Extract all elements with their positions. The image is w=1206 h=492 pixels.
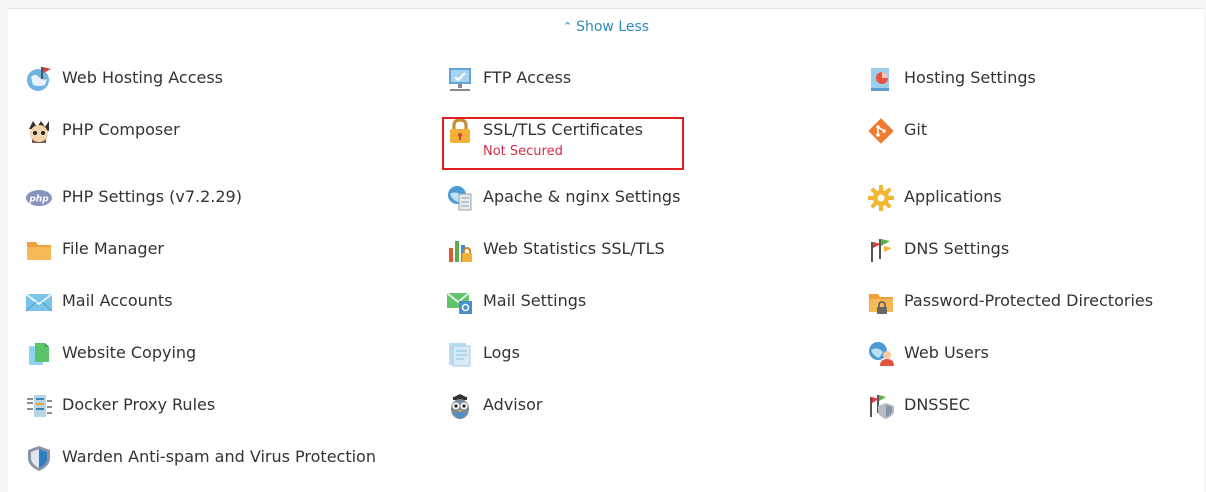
tool-label: FTP Access xyxy=(483,68,572,87)
dns-flags-icon xyxy=(866,235,896,265)
server-globe-icon xyxy=(445,183,475,213)
tool-advisor[interactable]: Advisor xyxy=(445,391,542,421)
php-icon: php xyxy=(24,183,54,213)
ssl-highlight-box xyxy=(442,117,684,170)
tool-label: Git xyxy=(904,120,928,139)
tool-mail-settings[interactable]: Mail Settings xyxy=(445,287,586,317)
tool-label: Web Hosting Access xyxy=(62,68,223,87)
tool-web-hosting-access[interactable]: Web Hosting Access xyxy=(24,64,223,94)
gear-icon xyxy=(866,183,896,213)
tool-git[interactable]: Git xyxy=(866,116,927,146)
web-user-icon xyxy=(866,339,896,369)
tool-warden-antispam[interactable]: Warden Anti-spam and Virus Protection xyxy=(24,443,376,473)
logs-icon xyxy=(445,339,475,369)
hosting-settings-icon xyxy=(866,64,896,94)
tool-website-copying[interactable]: Website Copying xyxy=(24,339,196,369)
tool-label: Warden Anti-spam and Virus Protection xyxy=(62,447,376,466)
tool-php-composer[interactable]: PHP Composer xyxy=(24,116,180,146)
composer-icon xyxy=(24,116,54,146)
folder-icon xyxy=(24,235,54,265)
tool-label: Logs xyxy=(483,343,520,362)
tool-label: Web Statistics SSL/TLS xyxy=(483,239,665,258)
tool-dnssec[interactable]: DNSSEC xyxy=(866,391,970,421)
tool-label: File Manager xyxy=(62,239,164,258)
tool-label: PHP Composer xyxy=(62,120,180,139)
tool-mail-accounts[interactable]: Mail Accounts xyxy=(24,287,173,317)
git-icon xyxy=(866,116,896,146)
tool-apache-nginx-settings[interactable]: Apache & nginx Settings xyxy=(445,183,680,213)
tool-label: Applications xyxy=(904,187,1002,206)
hosting-tools-panel: ⌃ Show Less Web Hosting Access PHP Compos… xyxy=(8,8,1204,492)
docker-rules-icon xyxy=(24,391,54,421)
owl-icon xyxy=(445,391,475,421)
tool-file-manager[interactable]: File Manager xyxy=(24,235,164,265)
tool-web-statistics-ssl[interactable]: Web Statistics SSL/TLS xyxy=(445,235,665,265)
show-less-label: Show Less xyxy=(576,19,650,35)
tool-label: Mail Accounts xyxy=(62,291,173,310)
tool-label: Advisor xyxy=(483,395,543,414)
tool-label: Password-Protected Directories xyxy=(904,291,1154,310)
dnssec-icon xyxy=(866,391,896,421)
svg-text:php: php xyxy=(28,195,49,205)
mail-settings-icon xyxy=(445,287,475,317)
tool-label: Web Users xyxy=(904,343,989,362)
tool-web-users[interactable]: Web Users xyxy=(866,339,989,369)
tool-label: Hosting Settings xyxy=(904,68,1036,87)
tool-label: Docker Proxy Rules xyxy=(62,395,216,414)
tool-label: Mail Settings xyxy=(483,291,587,310)
tool-hosting-settings[interactable]: Hosting Settings xyxy=(866,64,1036,94)
tool-label: DNSSEC xyxy=(904,395,970,414)
tool-dns-settings[interactable]: DNS Settings xyxy=(866,235,1009,265)
shield-icon xyxy=(24,443,54,473)
ftp-monitor-icon xyxy=(445,64,475,94)
envelope-icon xyxy=(24,287,54,317)
locked-folder-icon xyxy=(866,287,896,317)
stats-lock-icon xyxy=(445,235,475,265)
show-less-toggle[interactable]: ⌃ Show Less xyxy=(8,19,1204,35)
tool-label: DNS Settings xyxy=(904,239,1010,258)
tool-logs[interactable]: Logs xyxy=(445,339,520,369)
copy-pages-icon xyxy=(24,339,54,369)
tool-ftp-access[interactable]: FTP Access xyxy=(445,64,571,94)
tool-label: Website Copying xyxy=(62,343,197,362)
tool-label: PHP Settings (v7.2.29) xyxy=(62,187,242,206)
tool-password-protected-directories[interactable]: Password-Protected Directories xyxy=(866,287,1153,317)
tool-docker-proxy-rules[interactable]: Docker Proxy Rules xyxy=(24,391,215,421)
tool-php-settings[interactable]: php PHP Settings (v7.2.29) xyxy=(24,183,242,213)
chevron-up-icon: ⌃ xyxy=(562,20,573,33)
globe-flag-icon xyxy=(24,64,54,94)
tool-applications[interactable]: Applications xyxy=(866,183,1002,213)
tool-label: Apache & nginx Settings xyxy=(483,187,681,206)
